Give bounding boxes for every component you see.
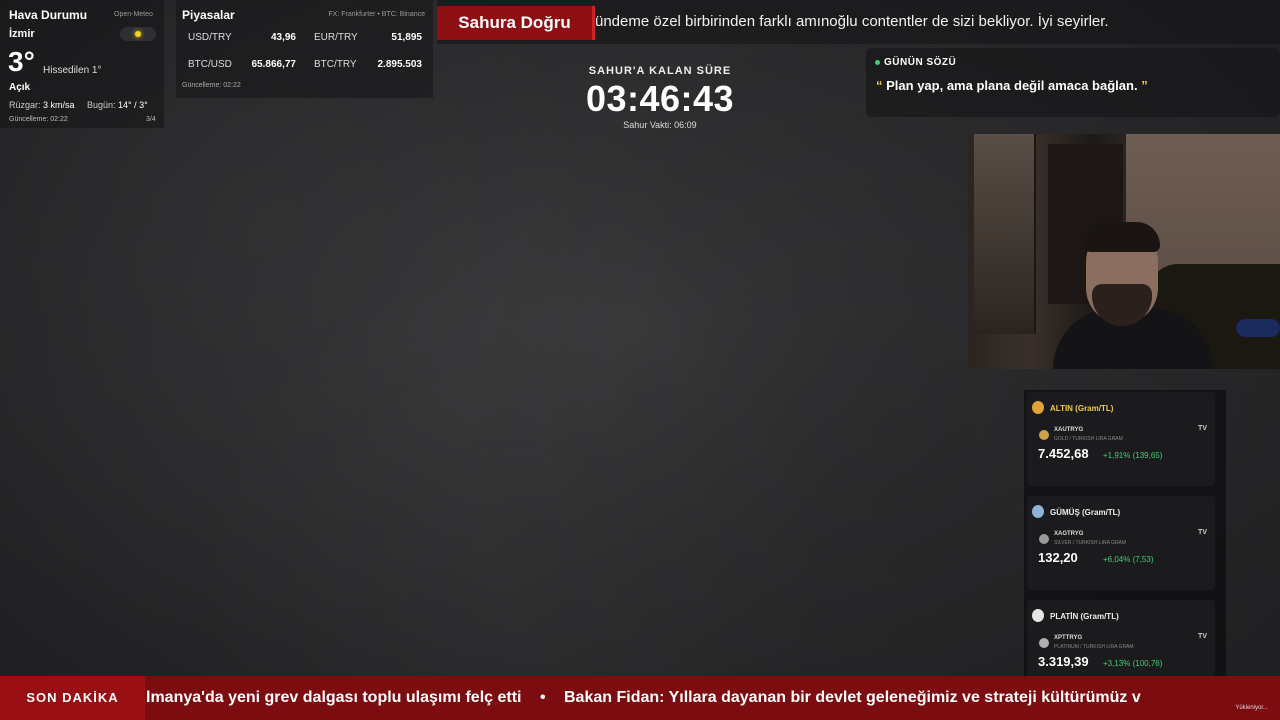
market-item-btctry: BTC/TRY 2.895.503: [308, 54, 428, 74]
countdown-timer: 03:46:43: [585, 78, 735, 119]
market-item-btcusd: BTC/USD 65.866,77: [182, 54, 302, 74]
today-value: 14° / 3°: [118, 100, 148, 110]
gold-coin-icon: [1039, 430, 1049, 440]
commodity-description: PLATINUM / TURKISH LIRA GRAM: [1054, 644, 1134, 650]
markets-title: Piyasalar: [182, 8, 235, 22]
market-value: 43,96: [270, 32, 296, 43]
sun-icon: [120, 27, 156, 41]
markets-update-time: Güncelleme: 02:22: [182, 82, 241, 89]
weather-source: Open-Meteo: [114, 11, 153, 18]
market-label: BTC/USD: [188, 59, 232, 70]
quote-open-mark: “: [876, 78, 883, 93]
top-ticker: Sahura Doğru ündeme özel birbirinden far…: [437, 0, 1280, 44]
markets-widget: Piyasalar FX: Frankfurter • BTC: Binance…: [176, 0, 433, 98]
news-item: lmanya'da yeni grev dalgası toplu ulaşım…: [146, 689, 522, 706]
commodity-change: +1,91% (139,65): [1103, 451, 1163, 460]
market-label: USD/TRY: [188, 32, 232, 43]
wind-value: 3 km/sa: [43, 100, 75, 110]
commodities-panel: ALTIN (Gram/TL) XAUTRYG GOLD / TURKISH L…: [1024, 390, 1226, 694]
quote-close-mark: ”: [1141, 78, 1148, 93]
quote-text-line: “ Plan yap, ama plana değil amaca bağlan…: [876, 78, 1148, 93]
breaking-news-text: lmanya'da yeni grev dalgası toplu ulaşım…: [146, 689, 1141, 707]
market-value: 65.866,77: [251, 59, 297, 70]
tradingview-icon: TV: [1198, 425, 1207, 432]
quote-title: GÜNÜN SÖZÜ: [884, 57, 957, 68]
top-ticker-text: ündeme özel birbirinden farklı amınoğlu …: [595, 13, 1109, 30]
sahur-time: Sahur Vakti: 06:09: [623, 120, 697, 130]
commodity-price: 3.319,39: [1038, 654, 1089, 669]
weather-feels-like: Hissedilen 1°: [43, 65, 102, 76]
news-item: Bakan Fidan: Yıllara dayanan bir devlet …: [564, 689, 1141, 706]
breaking-news-ticker: SON DAKİKA lmanya'da yeni grev dalgası t…: [0, 676, 1280, 720]
market-label: EUR/TRY: [314, 32, 358, 43]
weather-page-indicator: 3/4: [146, 116, 156, 123]
commodity-symbol: XPTTRYG: [1054, 635, 1083, 641]
market-item-usdtry: USD/TRY 43,96: [182, 27, 302, 47]
weather-temperature: 3°: [8, 46, 35, 77]
platinum-coin-icon: [1039, 638, 1049, 648]
webcam-feed: [968, 134, 1280, 369]
commodity-price: 132,20: [1038, 550, 1078, 565]
commodity-description: GOLD / TURKISH LIRA GRAM: [1054, 436, 1123, 442]
countdown-label: SAHUR'A KALAN SÜRE: [588, 65, 732, 77]
quote-text: Plan yap, ama plana değil amaca bağlan.: [886, 78, 1138, 93]
wind-label: Rüzgar:: [9, 100, 41, 110]
today-label: Bugün:: [87, 100, 116, 110]
weather-city: İzmir: [9, 28, 35, 40]
market-value: 51,895: [391, 32, 422, 43]
commodity-price: 7.452,68: [1038, 446, 1089, 461]
commodity-symbol: XAGTRYG: [1054, 531, 1084, 537]
medal-icon: [1032, 401, 1044, 414]
medal-icon: [1032, 609, 1044, 622]
markets-source: FX: Frankfurter • BTC: Binance: [328, 11, 425, 18]
weather-title: Hava Durumu: [9, 8, 88, 22]
commodity-name: GÜMÜŞ (Gram/TL): [1050, 508, 1121, 517]
commodity-card-gold: ALTIN (Gram/TL) XAUTRYG GOLD / TURKISH L…: [1027, 392, 1215, 486]
weather-wind: Rüzgar: 3 km/sa: [9, 100, 75, 110]
commodity-name: PLATİN (Gram/TL): [1050, 612, 1119, 621]
tradingview-icon: TV: [1198, 633, 1207, 640]
market-item-eurtry: EUR/TRY 51,895: [308, 27, 428, 47]
commodity-name: ALTIN (Gram/TL): [1050, 404, 1114, 413]
weather-update-time: Güncelleme: 02:22: [9, 116, 68, 123]
weather-widget: Hava Durumu Open-Meteo İzmir 3° Hissedil…: [0, 0, 164, 128]
top-ticker-label: Sahura Doğru: [437, 6, 595, 40]
market-value: 2.895.503: [377, 59, 423, 70]
quote-widget: GÜNÜN SÖZÜ “ Plan yap, ama plana değil a…: [866, 48, 1280, 117]
weather-condition: Açık: [9, 82, 31, 93]
market-label: BTC/TRY: [314, 59, 357, 70]
commodity-symbol: XAUTRYG: [1054, 427, 1084, 433]
breaking-news-label: SON DAKİKA: [0, 676, 145, 720]
live-dot-icon: [875, 60, 880, 65]
weather-today: Bugün: 14° / 3°: [87, 100, 148, 110]
commodity-change: +6,04% (7,53): [1103, 555, 1154, 564]
medal-icon: [1032, 505, 1044, 518]
tradingview-icon: TV: [1198, 529, 1207, 536]
news-separator: •: [539, 689, 546, 706]
commodity-card-silver: GÜMÜŞ (Gram/TL) XAGTRYG SILVER / TURKISH…: [1027, 496, 1215, 590]
silver-coin-icon: [1039, 534, 1049, 544]
loading-text: Yükleniyor...: [1235, 705, 1268, 711]
commodity-description: SILVER / TURKISH LIRA GRAM: [1054, 540, 1127, 546]
commodity-change: +3,13% (100,76): [1103, 659, 1163, 668]
